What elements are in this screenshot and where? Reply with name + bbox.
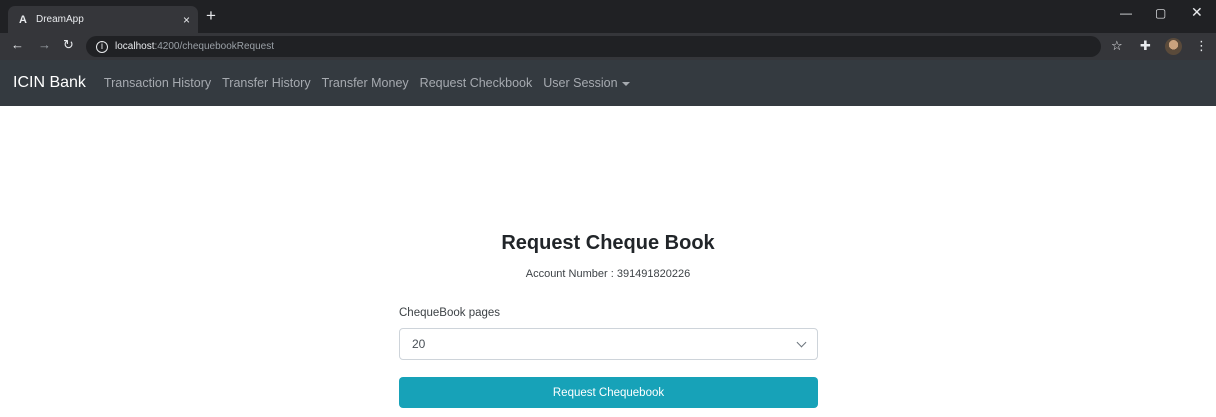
nav-transfer-money[interactable]: Transfer Money [322, 76, 409, 90]
reload-icon[interactable]: ↻ [63, 37, 74, 53]
chequebook-pages-label: ChequeBook pages [399, 307, 501, 319]
restore-icon[interactable]: ▢ [1155, 6, 1166, 20]
kebab-menu-icon[interactable]: ⋮ [1195, 38, 1208, 54]
address-bar[interactable]: i localhost:4200/chequebookRequest [86, 36, 1101, 57]
browser-tab-strip: A DreamApp × + — ▢ ✕ [0, 0, 1216, 33]
url-text: localhost:4200/chequebookRequest [115, 41, 274, 52]
star-icon[interactable]: ☆ [1111, 38, 1123, 54]
back-arrow-icon[interactable]: ← [11, 37, 24, 52]
info-icon[interactable]: i [96, 40, 108, 53]
tab-close-icon[interactable]: × [183, 13, 190, 27]
angular-favicon-icon: A [19, 13, 27, 26]
account-number: Account Number : 391491820226 [525, 268, 691, 280]
chequebook-pages-value: 20 [412, 337, 426, 351]
close-icon[interactable]: ✕ [1191, 4, 1203, 21]
tab-title: DreamApp [36, 14, 84, 25]
chevron-down-icon [796, 337, 807, 347]
chequebook-pages-select[interactable]: 20 [399, 328, 818, 360]
url-host: localhost [115, 41, 155, 52]
forward-arrow-icon[interactable]: → [38, 37, 51, 52]
request-chequebook-button[interactable]: Request Chequebook [399, 377, 818, 408]
brand-link[interactable]: ICIN Bank [13, 74, 86, 92]
browser-toolbar: ← → ↻ i localhost:4200/chequebookRequest… [0, 33, 1216, 60]
nav-transaction-history[interactable]: Transaction History [104, 76, 211, 90]
page-title: Request Cheque Book [501, 232, 715, 254]
minimize-icon[interactable]: — [1120, 6, 1132, 20]
avatar[interactable] [1165, 38, 1182, 55]
nav-transfer-history[interactable]: Transfer History [222, 76, 310, 90]
browser-tab[interactable]: A DreamApp × [8, 6, 198, 33]
url-path: :4200/chequebookRequest [154, 41, 275, 52]
app-navbar: ICIN Bank Transaction History Transfer H… [0, 60, 1216, 106]
extensions-icon[interactable]: ✚ [1140, 38, 1151, 54]
caret-down-icon [621, 81, 630, 86]
nav-user-session-label: User Session [543, 76, 618, 90]
new-tab-icon[interactable]: + [206, 6, 216, 26]
nav-request-checkbook[interactable]: Request Checkbook [420, 76, 533, 90]
nav-user-session-dropdown[interactable]: User Session [543, 76, 630, 90]
